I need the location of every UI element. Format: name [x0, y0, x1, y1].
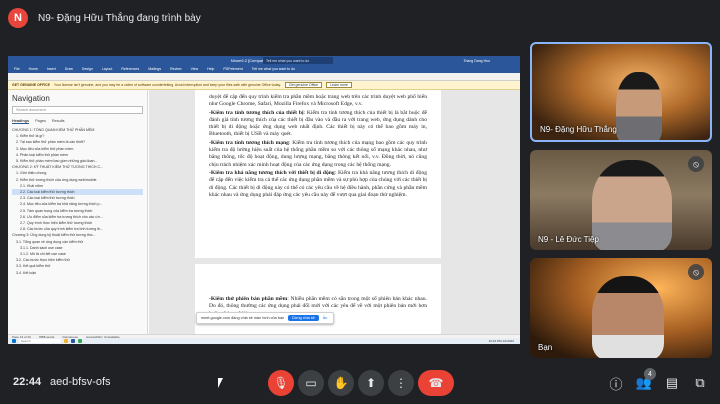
- presenter-bar: N N9- Đặng Hữu Thắng đang trình bày: [0, 0, 720, 36]
- navigation-title: Navigation: [12, 94, 50, 103]
- more-vert-icon: ⋮: [395, 376, 407, 390]
- screen-share-toast: meet.google.com đang chia sẻ màn hình củ…: [196, 312, 334, 324]
- paragraph-text: duyệt để cập đến quy trình kiểm tra phần…: [209, 94, 427, 108]
- raise-hand-button[interactable]: ✋: [328, 370, 354, 396]
- taskbar-date: 1/1/2022: [502, 339, 514, 343]
- mic-off-icon: ⦸: [688, 264, 704, 280]
- word-menu-item[interactable]: Design: [82, 67, 93, 71]
- word-user-name: Thang Dang Huu: [463, 58, 490, 63]
- hand-icon: ✋: [333, 376, 349, 390]
- word-menu-item[interactable]: Layout: [102, 67, 113, 71]
- mic-off-icon: ⦸: [688, 156, 704, 172]
- warning-text: Your license isn't genuine, and you may …: [53, 83, 281, 87]
- learn-more-button[interactable]: Learn more: [326, 82, 352, 88]
- paragraph-heading: -Kiểm tra khả năng tương thích với thiết…: [209, 169, 335, 176]
- tab-pages[interactable]: Pages: [35, 119, 46, 124]
- windows-start-icon[interactable]: [12, 339, 16, 343]
- leave-call-button[interactable]: ☎: [418, 370, 454, 396]
- present-screen-button[interactable]: ⬆: [358, 370, 384, 396]
- taskbar-time: 10:44 PM: [488, 339, 502, 343]
- participant-tile[interactable]: ⦸ N9 - Lê Đức Tiệp: [530, 150, 712, 250]
- word-menu-item[interactable]: Draw: [65, 67, 73, 71]
- participant-name: N9 - Lê Đức Tiệp: [538, 235, 599, 244]
- document-paragraph: -Kiểm tra khả năng tương thích với thiết…: [209, 170, 427, 199]
- taskbar-clock: 10:44 PM 1/1/2022: [489, 339, 520, 343]
- word-menu-item[interactable]: Home: [29, 67, 38, 71]
- shared-screen: Nhom9.2 [Compatibility Mode] - Word Tell…: [8, 56, 520, 344]
- meeting-clock: 22:44: [13, 376, 42, 388]
- paragraph-heading: -Kiểm tra tính tương thích mạng: [209, 139, 289, 146]
- get-genuine-button[interactable]: Get genuine Office: [284, 82, 323, 88]
- windows-taskbar: Search 10:44 PM 1/1/2022: [8, 338, 520, 344]
- word-search-box[interactable]: Tell me what you want to do: [263, 57, 333, 64]
- presenting-label: N9- Đặng Hữu Thắng đang trình bày: [38, 12, 201, 24]
- navigation-pane: Navigation Search document Headings Page…: [8, 90, 148, 334]
- participant-video: [592, 276, 664, 358]
- warning-label: GET GENUINE OFFICE: [12, 83, 50, 87]
- document-paragraph: -Kiểm tra tính tương thích của thiết bị:…: [209, 110, 427, 139]
- participant-tile[interactable]: N9- Đặng Hữu Thắng: [530, 42, 712, 142]
- participant-video: [592, 160, 672, 250]
- word-menu-item[interactable]: Tell me what you want to do: [252, 67, 295, 71]
- info-icon: ⓘ: [609, 376, 623, 392]
- participant-tile[interactable]: ⦸ Bạn: [530, 258, 712, 358]
- tab-results[interactable]: Results: [52, 119, 65, 124]
- taskbar-search[interactable]: Search: [19, 339, 61, 343]
- tab-headings[interactable]: Headings: [12, 119, 30, 124]
- word-menu-item[interactable]: File: [14, 67, 20, 71]
- chrome-icon[interactable]: [78, 339, 82, 343]
- navigation-tabs: Headings Pages Results: [12, 119, 143, 124]
- chat-icon: ▤: [665, 375, 679, 390]
- navigation-search-input[interactable]: Search document: [12, 106, 143, 114]
- paragraph-heading: -Kiểm thử phiên bản phần mềm: [209, 296, 288, 302]
- document-paragraph: -Kiểm tra tính tương thích mạng: Kiểm tr…: [209, 140, 427, 169]
- word-menu-item[interactable]: References: [121, 67, 139, 71]
- word-menu-item[interactable]: View: [191, 67, 199, 71]
- participant-count-badge: 4: [644, 368, 656, 380]
- present-icon: ⬆: [365, 376, 377, 390]
- activities-icon: ⧉: [695, 375, 705, 390]
- share-toast-text: meet.google.com đang chia sẻ màn hình củ…: [201, 316, 285, 320]
- document-page: duyệt để cập đến quy trình kiểm tra phần…: [195, 90, 441, 258]
- mic-off-icon: 🎙: [273, 376, 289, 390]
- meeting-details-button[interactable]: ⓘ: [605, 372, 627, 394]
- more-options-button[interactable]: ⋮: [388, 370, 414, 396]
- activities-button[interactable]: ⧉: [689, 372, 711, 394]
- meet-control-bar: 22:44 aed-bfsv-ofs 🎙 ▭ ✋ ⬆ ⋮ ☎ ⓘ 👥 ▤ ⧉: [0, 364, 720, 404]
- participant-name: N9- Đặng Hữu Thắng: [540, 125, 617, 134]
- hide-toast-button[interactable]: Ẩn: [323, 316, 328, 320]
- paragraph-heading: -Kiểm tra tính tương thích của thiết bị: [209, 109, 304, 116]
- mouse-cursor-icon: [218, 378, 223, 388]
- heading-list: CHƯƠNG 1: TỔNG QUAN KIỂM THỬ PHẦN MỀM 1. …: [12, 127, 143, 276]
- word-menu-bar: File Home Insert Draw Design Layout References…: [8, 65, 520, 73]
- word-titlebar: Nhom9.2 [Compatibility Mode] - Word Tell…: [8, 56, 520, 65]
- camera-toggle-button[interactable]: ▭: [298, 370, 324, 396]
- word-menu-item[interactable]: Help: [207, 67, 214, 71]
- stop-sharing-button[interactable]: Dừng chia sẻ: [288, 315, 319, 321]
- word-menu-item[interactable]: PDFelement: [223, 67, 242, 71]
- meeting-code: aed-bfsv-ofs: [50, 376, 111, 388]
- word-menu-item[interactable]: Mailings: [148, 67, 161, 71]
- word-menu-item[interactable]: Insert: [47, 67, 56, 71]
- participant-name: Bạn: [538, 343, 553, 352]
- camera-icon: ▭: [305, 376, 317, 390]
- document-canvas: duyệt để cập đến quy trình kiểm tra phần…: [149, 90, 520, 334]
- document-paragraph: duyệt để cập đến quy trình kiểm tra phần…: [209, 94, 427, 109]
- participant-video: [616, 72, 662, 140]
- microphone-toggle-button[interactable]: 🎙: [268, 370, 294, 396]
- navigation-heading-item[interactable]: 3.4. Kết luận: [12, 270, 143, 276]
- chat-button[interactable]: ▤: [661, 372, 683, 394]
- word-menu-item[interactable]: Review: [170, 67, 181, 71]
- hangup-icon: ☎: [428, 376, 444, 390]
- file-explorer-icon[interactable]: [64, 339, 68, 343]
- word-ribbon: [8, 73, 520, 81]
- genuine-warning-bar: GET GENUINE OFFICE Your license isn't ge…: [8, 81, 520, 90]
- word-app-icon[interactable]: [71, 339, 75, 343]
- presenter-avatar: N: [8, 8, 28, 28]
